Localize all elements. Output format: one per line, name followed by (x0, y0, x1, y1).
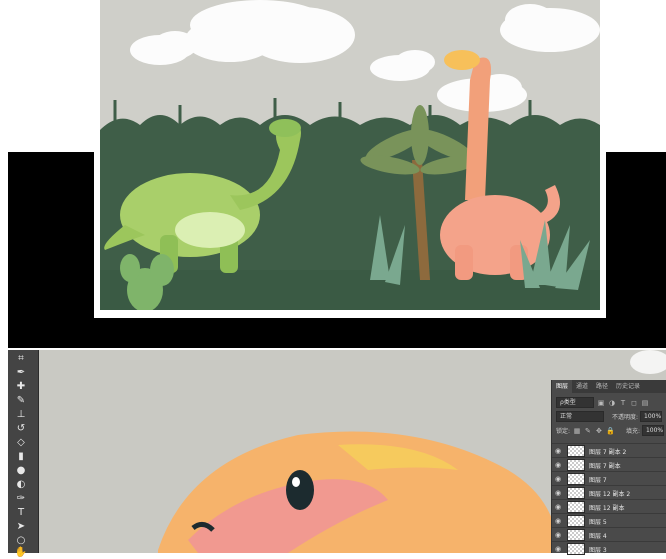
layer-thumbnail (567, 543, 585, 555)
type-icon[interactable]: T (12, 506, 30, 519)
visibility-eye-icon[interactable]: ◉ (552, 461, 564, 469)
crop-icon[interactable]: ⌗ (12, 352, 30, 365)
lock-transparent-icon[interactable]: ▦ (573, 427, 581, 435)
layer-name: 图层 7 副本 2 (589, 448, 627, 456)
layer-name: 图层 12 副本 2 (589, 490, 631, 498)
lock-image-icon[interactable]: ✎ (584, 427, 592, 435)
layer-name: 图层 3 (589, 546, 607, 554)
history-brush-icon[interactable]: ↺ (12, 422, 30, 435)
blur-icon[interactable]: ● (12, 464, 30, 477)
lock-label: 锁定: (556, 428, 571, 435)
layer-filter-row: ρ类型 ▣ ◑ T ◻ ▤ (556, 397, 664, 408)
fill-label: 填充: (625, 428, 640, 435)
clone-stamp-icon[interactable]: ⊥ (12, 408, 30, 421)
path-selection-icon[interactable]: ➤ (12, 520, 30, 533)
dodge-icon[interactable]: ◐ (12, 478, 30, 491)
eraser-icon[interactable]: ◇ (12, 436, 30, 449)
layer-thumbnail (567, 445, 585, 457)
tools-panel: ⌗ ✒ ✚ ✎ ⊥ ↺ ◇ ▮ ● ◐ ✑ T ➤ ○ ✋ (8, 350, 39, 557)
adjustment-filter-icon[interactable]: ◑ (608, 399, 616, 407)
pen-icon[interactable]: ✑ (12, 492, 30, 505)
shape-filter-icon[interactable]: ◻ (630, 399, 638, 407)
opacity-field[interactable]: 100% (640, 411, 663, 422)
opacity-label: 不透明度: (612, 414, 639, 421)
mural-illustration (100, 0, 600, 310)
brush-icon[interactable]: ✎ (12, 394, 30, 407)
layer-thumbnail (567, 473, 585, 485)
healing-brush-icon[interactable]: ✚ (12, 380, 30, 393)
visibility-eye-icon[interactable]: ◉ (552, 531, 564, 539)
layer-filter-select[interactable]: ρ类型 (556, 397, 594, 408)
lock-all-icon[interactable]: 🔒 (606, 427, 615, 435)
layer-row[interactable]: ◉ 图层 5 (552, 513, 666, 528)
visibility-eye-icon[interactable]: ◉ (552, 503, 564, 511)
visibility-eye-icon[interactable]: ◉ (552, 475, 564, 483)
layer-row[interactable]: ◉ 图层 7 副本 (552, 457, 666, 472)
tab-history[interactable]: 历史记录 (612, 380, 644, 393)
layer-thumbnail (567, 501, 585, 513)
layer-row[interactable]: ◉ 图层 7 副本 2 (552, 443, 666, 458)
layer-thumbnail (567, 529, 585, 541)
layer-name: 图层 4 (589, 532, 607, 540)
layer-thumbnail (567, 459, 585, 471)
layer-thumbnail (567, 487, 585, 499)
eyedropper-icon[interactable]: ✒ (12, 366, 30, 379)
tab-channels[interactable]: 通道 (572, 380, 592, 393)
smart-object-filter-icon[interactable]: ▤ (641, 399, 649, 407)
lock-row: 锁定: ▦ ✎ ✥ 🔒 填充: 100% (556, 425, 664, 436)
layer-row[interactable]: ◉ 图层 12 副本 (552, 499, 666, 514)
layer-row[interactable]: ◉ 图层 7 (552, 471, 666, 486)
layer-name: 图层 5 (589, 518, 607, 526)
layer-name: 图层 7 副本 (589, 462, 621, 470)
fill-field[interactable]: 100% (641, 425, 664, 436)
pixel-filter-icon[interactable]: ▣ (597, 399, 605, 407)
layer-name: 图层 12 副本 (589, 504, 625, 512)
layer-name: 图层 7 (589, 476, 607, 484)
visibility-eye-icon[interactable]: ◉ (552, 517, 564, 525)
tab-paths[interactable]: 路径 (592, 380, 612, 393)
type-filter-icon[interactable]: T (619, 399, 627, 407)
lock-position-icon[interactable]: ✥ (595, 427, 603, 435)
tab-layers[interactable]: 图层 (552, 380, 573, 393)
layer-row[interactable]: ◉ 图层 12 副本 2 (552, 485, 666, 500)
blend-row: 正常 不透明度: 100% (556, 411, 664, 422)
visibility-eye-icon[interactable]: ◉ (552, 545, 564, 553)
visibility-eye-icon[interactable]: ◉ (552, 489, 564, 497)
blend-mode-select[interactable]: 正常 (556, 411, 604, 422)
panel-tabs: 图层 通道 路径 历史记录 (552, 380, 666, 393)
layer-row[interactable]: ◉ 图层 4 (552, 527, 666, 542)
layer-thumbnail (567, 515, 585, 527)
visibility-eye-icon[interactable]: ◉ (552, 447, 564, 455)
dinosaur-mural (100, 0, 600, 310)
gradient-icon[interactable]: ▮ (12, 450, 30, 463)
artwork-preview (94, 0, 606, 318)
layer-row[interactable]: ◉ 图层 3 (552, 541, 666, 556)
layers-panel: 图层 通道 路径 历史记录 ρ类型 ▣ ◑ T ◻ ▤ 正常 不透明度: 100… (551, 380, 666, 556)
